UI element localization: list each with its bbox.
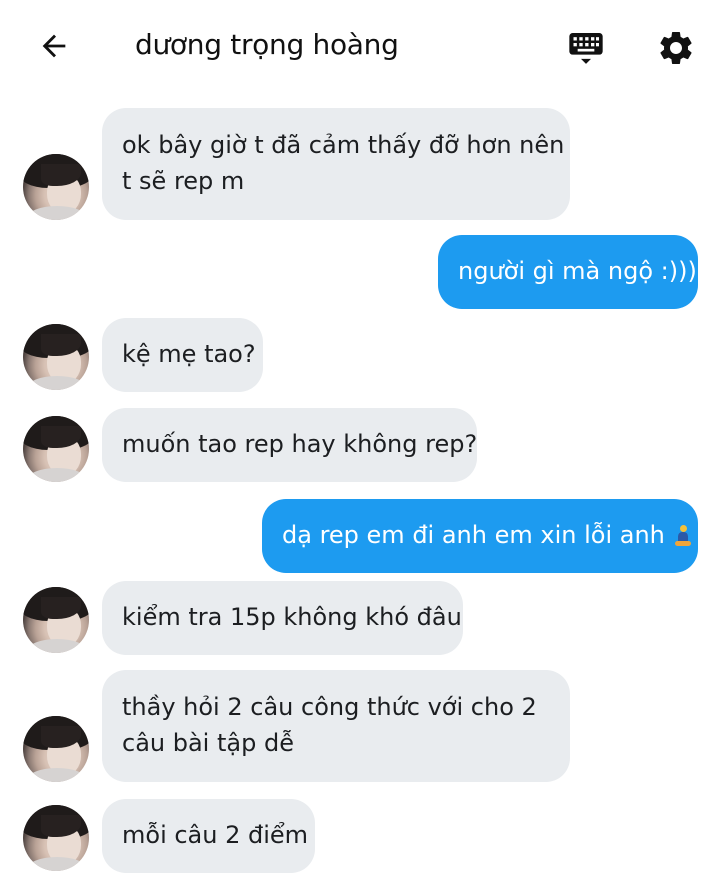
message-bubble-incoming[interactable]: ok bây giờ t đã cảm thấy đỡ hơn nên t sẽ… (102, 108, 570, 220)
avatar[interactable] (23, 416, 89, 482)
avatar[interactable] (23, 716, 89, 782)
keyboard-button[interactable] (562, 24, 610, 72)
message-text-line: dạ rep em đi anh em xin lỗi anh (282, 521, 665, 549)
avatar[interactable] (23, 154, 89, 220)
message-row-incoming: kiểm tra 15p không khó đâu (0, 581, 720, 655)
gear-icon (660, 31, 692, 64)
back-button[interactable] (32, 24, 76, 68)
avatar[interactable] (23, 324, 89, 390)
message-bubble-incoming[interactable]: kiểm tra 15p không khó đâu (102, 581, 463, 655)
message-row-incoming: muốn tao rep hay không rep? (0, 408, 720, 482)
message-text-line: người gì mà ngộ :))) (458, 257, 697, 285)
message-text-line: kệ mẹ tao? (122, 340, 256, 368)
avatar[interactable] (23, 587, 89, 653)
message-row-incoming: mỗi câu 2 điểm (0, 799, 720, 873)
message-text-line: kiểm tra 15p không khó đâu (122, 603, 462, 631)
conversation-title: dương trọng hoàng (135, 28, 399, 61)
avatar[interactable] (23, 805, 89, 871)
message-bubble-incoming[interactable]: thầy hỏi 2 câu công thức với cho 2 câu b… (102, 670, 570, 782)
message-text-line: t sẽ rep m (122, 167, 245, 195)
message-row-incoming: ok bây giờ t đã cảm thấy đỡ hơn nên t sẽ… (0, 108, 720, 220)
message-text-line: câu bài tập dễ (122, 729, 294, 757)
message-bubble-incoming[interactable]: muốn tao rep hay không rep? (102, 408, 477, 482)
message-bubble-outgoing[interactable]: người gì mà ngộ :))) (438, 235, 698, 309)
message-row-incoming: thầy hỏi 2 câu công thức với cho 2 câu b… (0, 670, 720, 782)
message-row-outgoing: người gì mà ngộ :))) (0, 235, 720, 309)
person-praying-emoji (674, 525, 691, 547)
message-bubble-incoming[interactable]: mỗi câu 2 điểm (102, 799, 315, 873)
message-row-outgoing: dạ rep em đi anh em xin lỗi anh (0, 499, 720, 573)
message-text-line: mỗi câu 2 điểm (122, 821, 309, 849)
keyboard-icon (569, 33, 603, 64)
settings-button[interactable] (652, 24, 700, 72)
chat-header: dương trọng hoàng (0, 0, 720, 96)
message-text-line: muốn tao rep hay không rep? (122, 430, 478, 458)
message-bubble-incoming[interactable]: kệ mẹ tao? (102, 318, 263, 392)
message-row-incoming: kệ mẹ tao? (0, 318, 720, 392)
message-bubble-outgoing[interactable]: dạ rep em đi anh em xin lỗi anh (262, 499, 698, 573)
message-text-line: thầy hỏi 2 câu công thức với cho 2 (122, 693, 537, 721)
arrow-left-icon (42, 34, 66, 58)
message-text-line: ok bây giờ t đã cảm thấy đỡ hơn nên (122, 131, 565, 159)
